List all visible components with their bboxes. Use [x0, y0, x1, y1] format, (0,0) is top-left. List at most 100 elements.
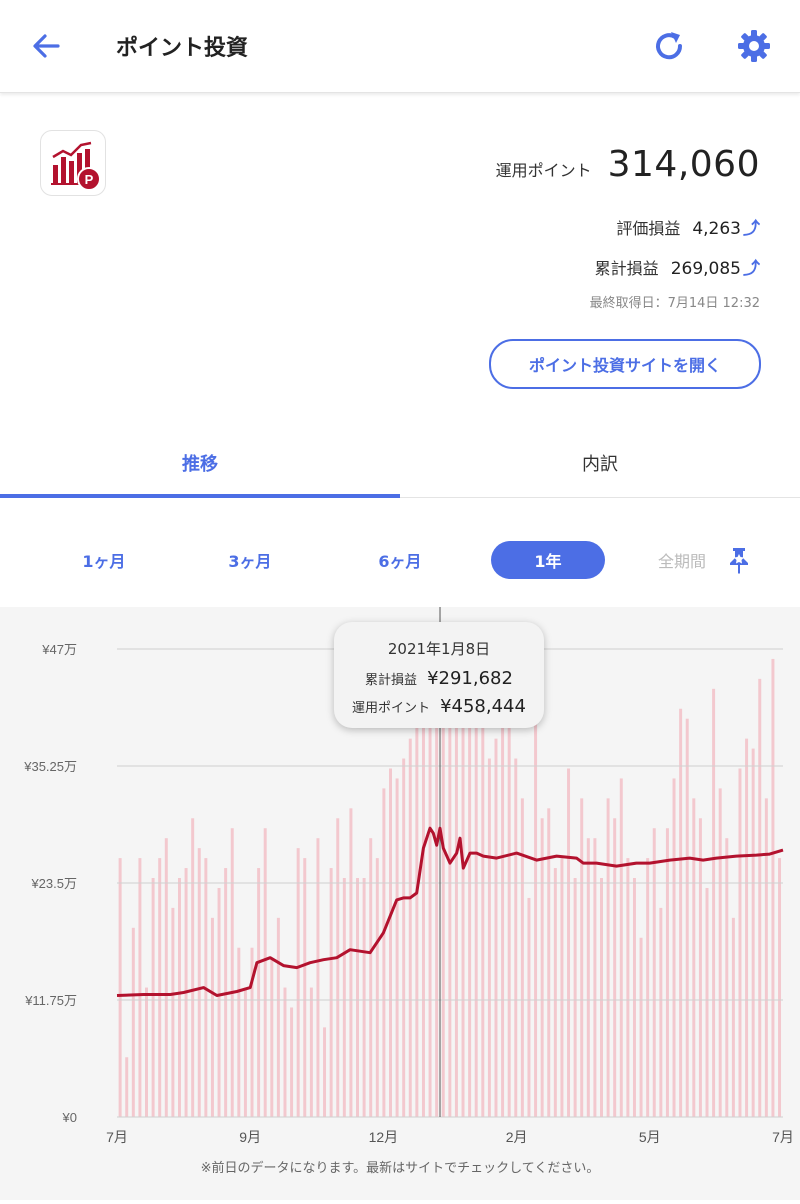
chart-bar: [685, 718, 689, 1117]
y-tick-label: ¥0: [62, 1110, 77, 1125]
period-all[interactable]: 全期間: [636, 541, 728, 579]
chart-bar: [402, 758, 406, 1117]
trend-up-icon: ⤴: [743, 219, 760, 239]
chart-bar: [303, 858, 307, 1117]
chart-bar: [560, 858, 564, 1117]
chart-bar: [600, 878, 603, 1117]
chart-bar: [177, 878, 181, 1117]
y-tick-label: ¥47万: [41, 642, 77, 657]
chart-bar: [356, 878, 360, 1117]
footnote: ※前日のデータになります。最新はサイトでチェックしてください。: [200, 1161, 600, 1176]
chart-bar: [323, 1027, 327, 1117]
chart-bar: [349, 808, 353, 1117]
valuation-pl-label: 評価損益: [616, 219, 681, 238]
chart-bar: [646, 858, 650, 1117]
period-1-month[interactable]: 1ヶ月: [58, 541, 150, 579]
chart-bar: [514, 758, 518, 1117]
chart-bar: [567, 768, 571, 1117]
pin-icon[interactable]: [727, 546, 751, 574]
chart-bar: [580, 798, 584, 1117]
chart-bar: [131, 927, 135, 1117]
chart-bar: [145, 987, 148, 1117]
chart-bar: [263, 828, 267, 1117]
chart-bar: [342, 878, 346, 1117]
period-3-months[interactable]: 3ヶ月: [204, 541, 296, 579]
chart-bar: [191, 818, 195, 1117]
period-1-year[interactable]: 1年: [491, 541, 605, 579]
chart-bar: [692, 798, 696, 1117]
page-title: ポイント投資: [116, 36, 249, 61]
chart-bar: [283, 987, 287, 1117]
chart-bar: [408, 738, 412, 1117]
chart-bar: [652, 828, 656, 1117]
period-6-months[interactable]: 6ヶ月: [354, 541, 446, 579]
chart-bar: [270, 957, 274, 1117]
tab-breakdown[interactable]: 内訳: [400, 432, 800, 494]
chart-bar: [639, 937, 643, 1117]
valuation-pl-row: 評価損益 4,263 ⤴: [616, 214, 760, 239]
chart-bar: [606, 798, 610, 1117]
x-tick-label: 7月: [772, 1129, 794, 1145]
chart-bar: [151, 878, 155, 1117]
tooltip-points-row: 運用ポイント ¥458,444: [334, 696, 544, 717]
chart-bar: [217, 887, 221, 1117]
chart-bar: [276, 917, 280, 1117]
valuation-pl-value: 4,263: [692, 219, 741, 239]
x-tick-label: 12月: [369, 1129, 399, 1145]
y-tick-label: ¥23.5万: [30, 876, 77, 891]
chart-bar: [698, 818, 702, 1117]
chart-bar: [738, 768, 742, 1117]
cumulative-pl-row: 累計損益 269,085 ⤴: [595, 254, 760, 279]
chart-bar: [494, 738, 498, 1117]
chart-bar: [382, 788, 386, 1117]
chart-bar: [527, 897, 531, 1117]
chart-bar: [764, 798, 768, 1117]
trend-up-icon: ⤴: [743, 259, 760, 279]
operating-points-label: 運用ポイント: [495, 161, 592, 180]
tooltip-cumulative-row: 累計損益 ¥291,682: [334, 668, 544, 689]
cumulative-pl-value: 269,085: [670, 259, 741, 279]
chart-bar: [197, 848, 201, 1117]
chart-bar: [171, 907, 175, 1117]
refresh-icon[interactable]: [650, 28, 688, 66]
tooltip-points-label: 運用ポイント: [352, 701, 431, 716]
chart-bar: [520, 798, 524, 1117]
chart-bar: [705, 887, 709, 1117]
chart-bar: [336, 818, 340, 1117]
chart-bar: [718, 788, 722, 1117]
chart-bar: [296, 848, 300, 1117]
tooltip-points-value: ¥458,444: [440, 696, 526, 717]
gear-icon[interactable]: [736, 28, 772, 64]
tab-trend[interactable]: 推移: [0, 432, 400, 494]
chart-bar: [454, 668, 458, 1117]
chart-bar: [731, 917, 735, 1117]
operating-points-value: 314,060: [607, 144, 760, 185]
chart-bar: [507, 718, 511, 1117]
chart-bar: [679, 708, 683, 1117]
chart-bar: [421, 698, 425, 1117]
chart-bar: [626, 858, 630, 1117]
open-site-button[interactable]: ポイント投資サイトを開く: [489, 339, 761, 389]
chart-bar: [712, 688, 716, 1117]
chart-bar: [758, 678, 762, 1117]
chart-bar: [573, 878, 577, 1117]
chart-bar: [164, 838, 168, 1117]
chart-bar: [389, 768, 392, 1117]
tooltip-date: 2021年1月8日: [387, 640, 491, 658]
arrow-left-icon[interactable]: [30, 30, 62, 62]
chart-bar: [210, 917, 214, 1117]
y-axis-labels: ¥0 ¥11.75万 ¥23.5万 ¥35.25万 ¥47万: [23, 642, 77, 1125]
chart-bar: [309, 987, 313, 1117]
x-axis-labels: 7月 9月 12月 2月 5月 7月: [106, 1129, 794, 1145]
cumulative-pl-label: 累計損益: [594, 259, 659, 278]
chart-bar: [375, 858, 379, 1117]
chart-bar: [329, 868, 333, 1117]
chart-bar: [316, 838, 320, 1117]
chart-bar: [243, 987, 247, 1117]
chart-bar: [487, 758, 491, 1117]
app-header: ポイント投資: [0, 0, 800, 93]
chart-bar: [593, 838, 597, 1117]
x-tick-label: 9月: [239, 1129, 261, 1145]
chart-bar: [547, 808, 551, 1117]
chart-bar: [751, 748, 755, 1117]
